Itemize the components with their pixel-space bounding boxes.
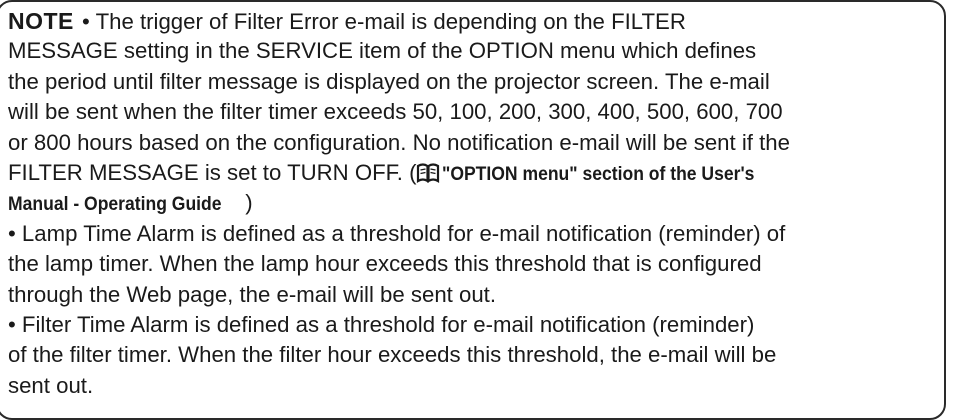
para3-line3: sent out. — [8, 372, 94, 398]
para1-line6: FILTER MESSAGE is set to TURN OFF. ( "OPT… — [8, 158, 938, 188]
para1-line5: or 800 hours based on the configuration.… — [8, 129, 790, 155]
para2-line1: • Lamp Time Alarm is defined as a thresh… — [8, 220, 786, 246]
reference-title: "OPTION menu" section of the User's — [442, 162, 755, 185]
para2-line2: the lamp timer. When the lamp hour excee… — [8, 251, 762, 277]
para1-line6-text: FILTER MESSAGE is set to TURN OFF. ( — [8, 159, 417, 185]
note-body: NOTE • The trigger of Filter Error e-mai… — [8, 6, 938, 401]
para1-line4: will be sent when the filter timer excee… — [8, 99, 783, 125]
para1-line1: • The trigger of Filter Error e-mail is … — [75, 9, 686, 34]
para2-line3: through the Web page, the e-mail will be… — [8, 281, 497, 307]
para3-line2: of the filter timer. When the filter hou… — [8, 342, 777, 368]
note-line: NOTE • The trigger of Filter Error e-mai… — [8, 6, 938, 36]
book-icon — [417, 163, 440, 183]
note-label: NOTE — [8, 8, 74, 34]
reference-subtitle: Manual - Operating Guide — [8, 193, 222, 216]
para1-line3: the period until filter message is displ… — [8, 68, 770, 94]
reference-close-paren: ) — [245, 190, 253, 216]
para1-line2: MESSAGE setting in the SERVICE item of t… — [8, 38, 757, 64]
para3-line1: • Filter Time Alarm is defined as a thre… — [8, 311, 755, 337]
para1-line7: Manual - Operating Guide) — [8, 188, 938, 218]
